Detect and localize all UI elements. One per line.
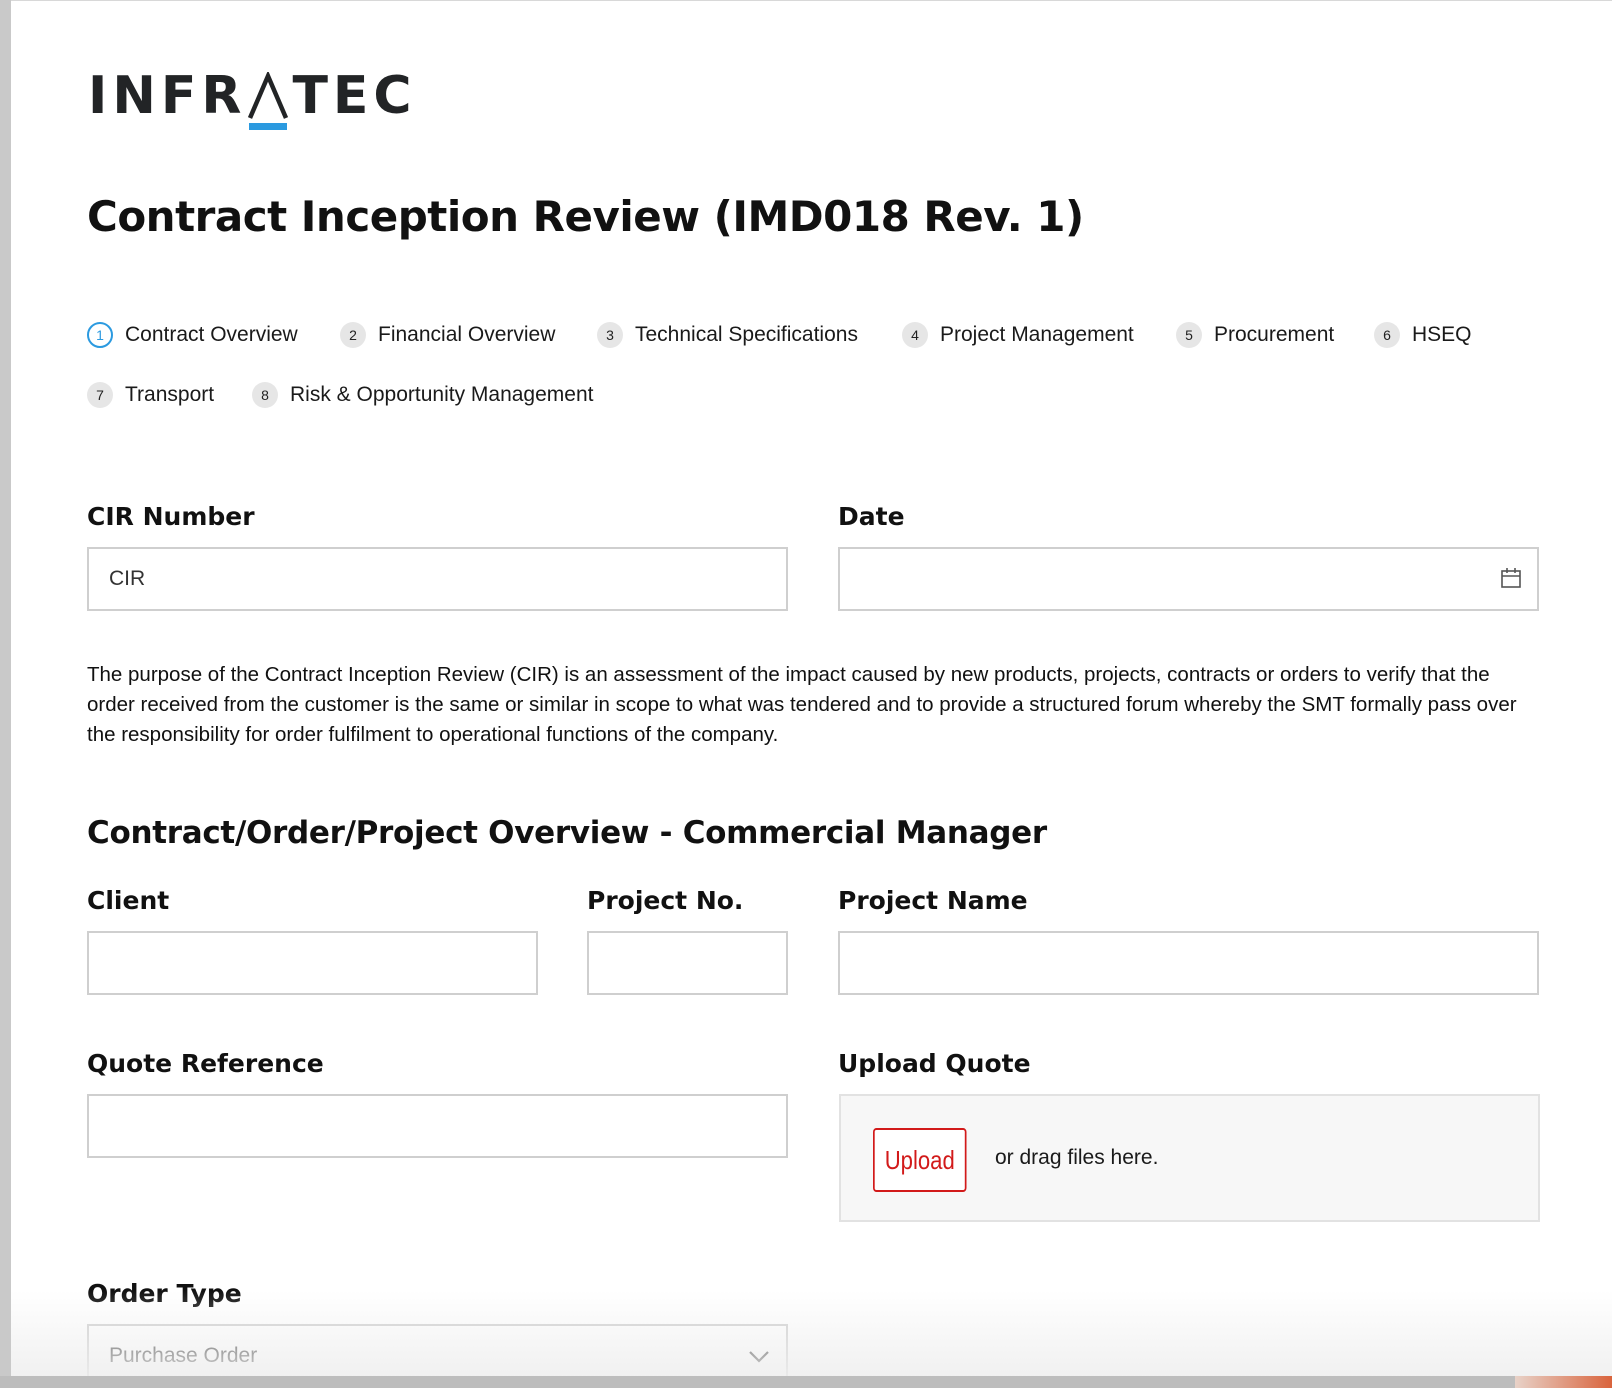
step-contract-overview[interactable]: 1 Contract Overview xyxy=(87,320,298,350)
step-number: 3 xyxy=(597,322,623,348)
step-number: 7 xyxy=(87,382,113,408)
step-label: Procurement xyxy=(1214,323,1335,346)
cir-number-input[interactable] xyxy=(87,547,788,611)
step-label: Transport xyxy=(125,383,215,406)
cir-purpose-description: The purpose of the Contract Inception Re… xyxy=(87,663,1517,746)
project-no-label: Project No. xyxy=(587,886,744,915)
step-procurement[interactable]: 5 Procurement xyxy=(1176,320,1334,350)
step-hseq[interactable]: 6 HSEQ xyxy=(1374,320,1472,350)
step-transport[interactable]: 7 Transport xyxy=(87,380,214,410)
logo-text-right: TEC xyxy=(292,66,417,126)
step-number: 5 xyxy=(1176,322,1202,348)
page-title: Contract Inception Review (IMD018 Rev. 1… xyxy=(87,192,1084,241)
date-label: Date xyxy=(838,502,905,531)
order-type-label: Order Type xyxy=(87,1279,242,1308)
order-type-selected-value: Purchase Order xyxy=(109,1344,258,1367)
step-project-management[interactable]: 4 Project Management xyxy=(902,320,1134,350)
step-number: 6 xyxy=(1374,322,1400,348)
quote-reference-input[interactable] xyxy=(87,1094,788,1158)
project-no-input[interactable] xyxy=(587,931,788,995)
step-risk-opportunity-management[interactable]: 8 Risk & Opportunity Management xyxy=(252,380,593,410)
step-technical-specifications[interactable]: 3 Technical Specifications xyxy=(597,320,858,350)
upload-quote-label: Upload Quote xyxy=(838,1049,1031,1078)
client-input[interactable] xyxy=(87,931,538,995)
section-heading-contract-overview: Contract/Order/Project Overview - Commer… xyxy=(87,815,1047,851)
window-bottom-accent xyxy=(1515,1376,1612,1388)
logo-delta-mark xyxy=(246,66,292,130)
project-name-label: Project Name xyxy=(838,886,1028,915)
step-label: Project Management xyxy=(940,323,1134,346)
window-top-edge xyxy=(11,0,1612,1)
client-label: Client xyxy=(87,886,170,915)
logo-text-left: INFR xyxy=(88,66,247,126)
date-input[interactable] xyxy=(838,547,1539,611)
step-label: HSEQ xyxy=(1412,323,1472,346)
step-label: Financial Overview xyxy=(378,323,556,346)
step-label: Contract Overview xyxy=(125,323,298,346)
upload-drag-hint: or drag files here. xyxy=(995,1146,1159,1169)
infratec-logo: INFR TEC xyxy=(88,66,417,136)
step-financial-overview[interactable]: 2 Financial Overview xyxy=(340,320,555,350)
step-number: 4 xyxy=(902,322,928,348)
step-number: 8 xyxy=(252,382,278,408)
cir-number-label: CIR Number xyxy=(87,502,255,531)
upload-button[interactable]: Upload xyxy=(873,1128,967,1192)
calendar-icon[interactable] xyxy=(1500,567,1522,589)
window-bottom-bar xyxy=(0,1376,1612,1388)
chevron-down-icon xyxy=(749,1351,769,1363)
upload-dropzone[interactable]: Upload or drag files here. xyxy=(839,1094,1540,1222)
step-number: 2 xyxy=(340,322,366,348)
window-left-edge xyxy=(0,0,11,1388)
step-number: 1 xyxy=(87,322,113,348)
project-name-input[interactable] xyxy=(838,931,1539,995)
quote-reference-label: Quote Reference xyxy=(87,1049,324,1078)
step-label: Technical Specifications xyxy=(635,323,858,346)
step-label: Risk & Opportunity Management xyxy=(290,383,594,406)
